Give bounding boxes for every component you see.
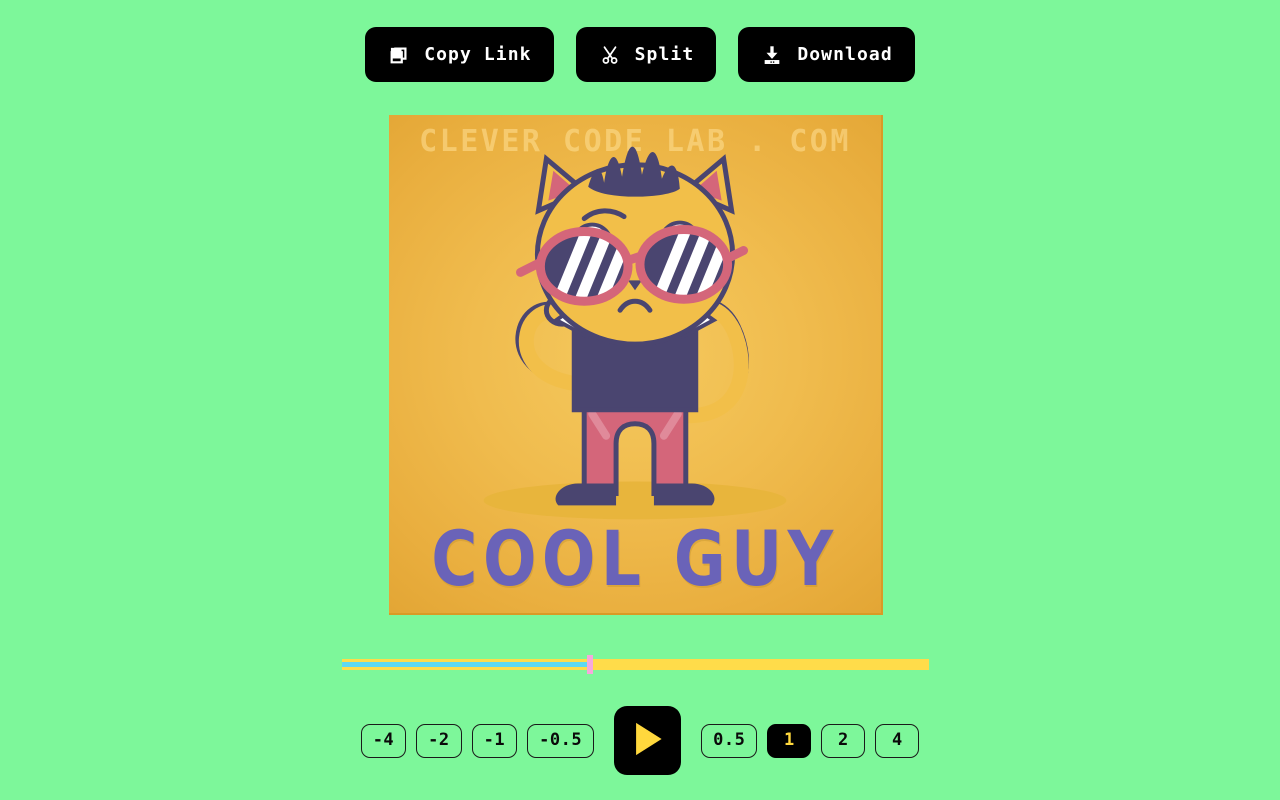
copy-link-label: Copy Link	[424, 43, 532, 65]
speed-button-0-5[interactable]: 0.5	[701, 723, 758, 758]
top-toolbar: Copy Link Split Download	[0, 27, 1280, 82]
speed-button-2[interactable]: 2	[821, 723, 866, 758]
timeline-progress-stripe	[342, 662, 590, 667]
timeline-playhead[interactable]	[586, 655, 593, 674]
split-label: Split	[634, 43, 695, 65]
download-button[interactable]: Download	[738, 27, 915, 82]
play-button[interactable]	[614, 706, 682, 775]
forward-speed-group: 0.5 1 2 4	[701, 723, 920, 758]
timeline-scrubber[interactable]	[342, 655, 929, 674]
copy-icon	[387, 43, 411, 67]
speed-button-minus-4[interactable]: -4	[360, 723, 407, 758]
play-icon	[631, 720, 665, 761]
image-preview-container[interactable]: CLEVER CODE LAB . COM COOL GUY	[389, 115, 883, 615]
download-icon	[760, 43, 784, 67]
download-label: Download	[797, 43, 893, 65]
playback-controls: -4 -2 -1 -0.5 0.5 1 2 4	[0, 706, 1280, 775]
speed-button-4[interactable]: 4	[875, 723, 920, 758]
image-preview[interactable]: CLEVER CODE LAB . COM COOL GUY	[389, 115, 883, 615]
speed-button-minus-0-5[interactable]: -0.5	[527, 723, 595, 758]
copy-link-button[interactable]: Copy Link	[365, 27, 554, 82]
scissors-icon	[598, 43, 622, 67]
speed-button-minus-2[interactable]: -2	[416, 723, 462, 758]
speed-button-minus-1[interactable]: -1	[471, 723, 518, 758]
speed-button-1[interactable]: 1	[767, 723, 812, 758]
rewind-speed-group: -4 -2 -1 -0.5	[360, 723, 595, 758]
caption-text: COOL GUY	[431, 514, 839, 603]
split-button[interactable]: Split	[575, 27, 717, 82]
